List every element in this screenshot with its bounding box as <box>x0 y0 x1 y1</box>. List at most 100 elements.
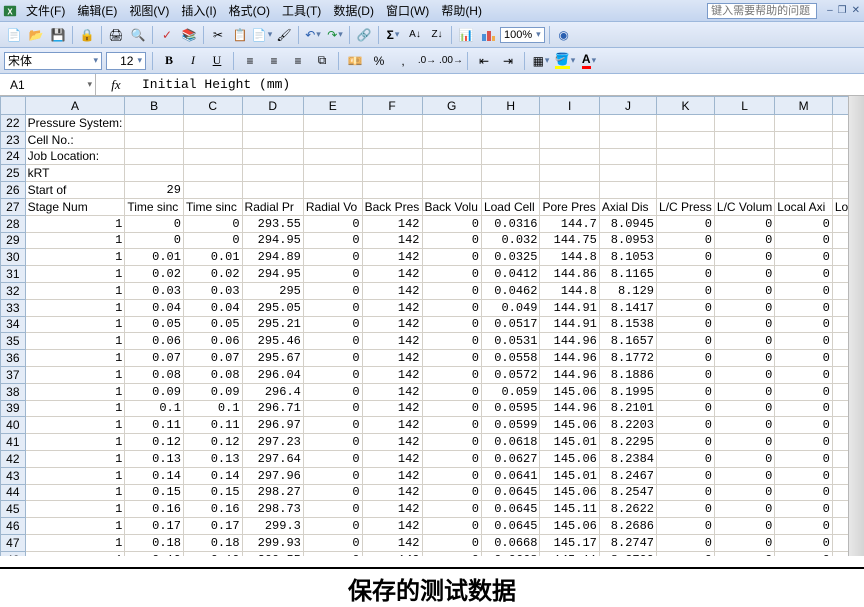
row-header[interactable]: 25 <box>1 165 26 182</box>
cell[interactable] <box>183 148 242 165</box>
cell[interactable]: 1 <box>25 534 125 551</box>
cell[interactable] <box>599 165 656 182</box>
cell[interactable]: 0 <box>775 467 833 484</box>
cell[interactable]: 8.1053 <box>599 249 656 266</box>
percent-icon[interactable]: % <box>369 51 389 71</box>
help-search-input[interactable] <box>707 3 817 19</box>
close-button[interactable]: ✕ <box>850 5 862 16</box>
cell[interactable]: 145.06 <box>540 518 599 535</box>
cell[interactable]: 294.95 <box>242 266 303 283</box>
cell[interactable]: Load Cell <box>481 198 540 215</box>
cell[interactable] <box>303 115 362 132</box>
cell[interactable]: 0 <box>775 266 833 283</box>
cell[interactable] <box>183 182 242 199</box>
cell[interactable]: 0.0531 <box>481 333 540 350</box>
cell[interactable]: 142 <box>362 333 422 350</box>
cell[interactable]: 1 <box>25 501 125 518</box>
cell[interactable]: 0 <box>714 232 774 249</box>
cell[interactable]: 0.0599 <box>481 417 540 434</box>
save-icon[interactable]: 💾 <box>48 25 68 45</box>
cell[interactable]: 0 <box>714 400 774 417</box>
cell[interactable]: 144.96 <box>540 333 599 350</box>
cell[interactable] <box>481 131 540 148</box>
cell[interactable]: kRT <box>25 165 125 182</box>
cell[interactable]: 0.07 <box>125 350 184 367</box>
row-header[interactable]: 31 <box>1 266 26 283</box>
cell[interactable]: 0 <box>422 299 481 316</box>
cell[interactable] <box>540 148 599 165</box>
col-header[interactable]: E <box>303 97 362 115</box>
cell[interactable]: 295.46 <box>242 333 303 350</box>
col-header[interactable]: H <box>481 97 540 115</box>
row-header[interactable]: 37 <box>1 366 26 383</box>
row-header[interactable]: 28 <box>1 215 26 232</box>
cell[interactable]: 0.19 <box>183 551 242 556</box>
align-center-icon[interactable]: ≡ <box>264 51 284 71</box>
cell[interactable]: 8.1995 <box>599 383 656 400</box>
col-header[interactable]: I <box>540 97 599 115</box>
formula-input[interactable]: Initial Height (mm) <box>136 77 864 92</box>
cell[interactable]: 0 <box>657 518 715 535</box>
cell[interactable]: Back Volu <box>422 198 481 215</box>
cell[interactable]: 145.01 <box>540 434 599 451</box>
align-right-icon[interactable]: ≡ <box>288 51 308 71</box>
cell[interactable]: 8.1657 <box>599 333 656 350</box>
cell[interactable]: 0 <box>775 501 833 518</box>
cell[interactable]: 0 <box>303 450 362 467</box>
cell[interactable]: 0.09 <box>125 383 184 400</box>
row-header[interactable]: 35 <box>1 333 26 350</box>
cell[interactable]: 0 <box>714 467 774 484</box>
cell[interactable]: 142 <box>362 316 422 333</box>
cell[interactable] <box>242 165 303 182</box>
cell[interactable]: 8.1772 <box>599 350 656 367</box>
cell[interactable]: Stage Num <box>25 198 125 215</box>
cell[interactable]: 0 <box>422 350 481 367</box>
cell[interactable]: 8.2622 <box>599 501 656 518</box>
cell[interactable]: 142 <box>362 249 422 266</box>
row-header[interactable]: 29 <box>1 232 26 249</box>
minimize-button[interactable]: – <box>825 5 835 16</box>
row-header[interactable]: 32 <box>1 282 26 299</box>
cell[interactable]: 0 <box>775 350 833 367</box>
cell[interactable]: 296.04 <box>242 366 303 383</box>
cell[interactable]: 0 <box>714 383 774 400</box>
cell[interactable]: 0.05 <box>125 316 184 333</box>
cell[interactable] <box>422 131 481 148</box>
cell[interactable] <box>125 115 184 132</box>
cell[interactable]: 145.11 <box>540 551 599 556</box>
cell[interactable]: 142 <box>362 518 422 535</box>
cell[interactable] <box>714 131 774 148</box>
cell[interactable]: 0 <box>303 232 362 249</box>
cell[interactable] <box>183 165 242 182</box>
cell[interactable] <box>422 148 481 165</box>
cell[interactable]: 0.1 <box>183 400 242 417</box>
cell[interactable]: 0 <box>775 417 833 434</box>
comma-icon[interactable]: , <box>393 51 413 71</box>
row-header[interactable]: 27 <box>1 198 26 215</box>
cell[interactable]: 0 <box>714 417 774 434</box>
col-header[interactable]: D <box>242 97 303 115</box>
row-header[interactable]: 46 <box>1 518 26 535</box>
name-box[interactable]: A1▾ <box>0 74 96 95</box>
cell[interactable]: 8.1417 <box>599 299 656 316</box>
cell[interactable]: 0 <box>775 282 833 299</box>
menu-window[interactable]: 窗口(W) <box>380 2 435 19</box>
cell[interactable]: 0 <box>714 350 774 367</box>
menu-format[interactable]: 格式(O) <box>223 2 276 19</box>
cell[interactable]: 0 <box>657 551 715 556</box>
cell[interactable]: 0 <box>422 333 481 350</box>
cell[interactable]: 0 <box>303 350 362 367</box>
cell[interactable]: 0.0618 <box>481 434 540 451</box>
cell[interactable]: 0 <box>125 215 184 232</box>
cell[interactable]: 0 <box>657 366 715 383</box>
fill-color-icon[interactable]: 🪣▾ <box>555 51 575 71</box>
font-name-combo[interactable]: 宋体▾ <box>4 52 102 70</box>
col-header[interactable]: G <box>422 97 481 115</box>
cell[interactable]: 8.0945 <box>599 215 656 232</box>
permission-icon[interactable]: 🔒 <box>77 25 97 45</box>
cell[interactable]: 0.12 <box>125 434 184 451</box>
cell[interactable]: 0 <box>714 434 774 451</box>
vertical-scrollbar[interactable] <box>848 96 864 556</box>
row-header[interactable]: 43 <box>1 467 26 484</box>
cell[interactable]: 296.97 <box>242 417 303 434</box>
